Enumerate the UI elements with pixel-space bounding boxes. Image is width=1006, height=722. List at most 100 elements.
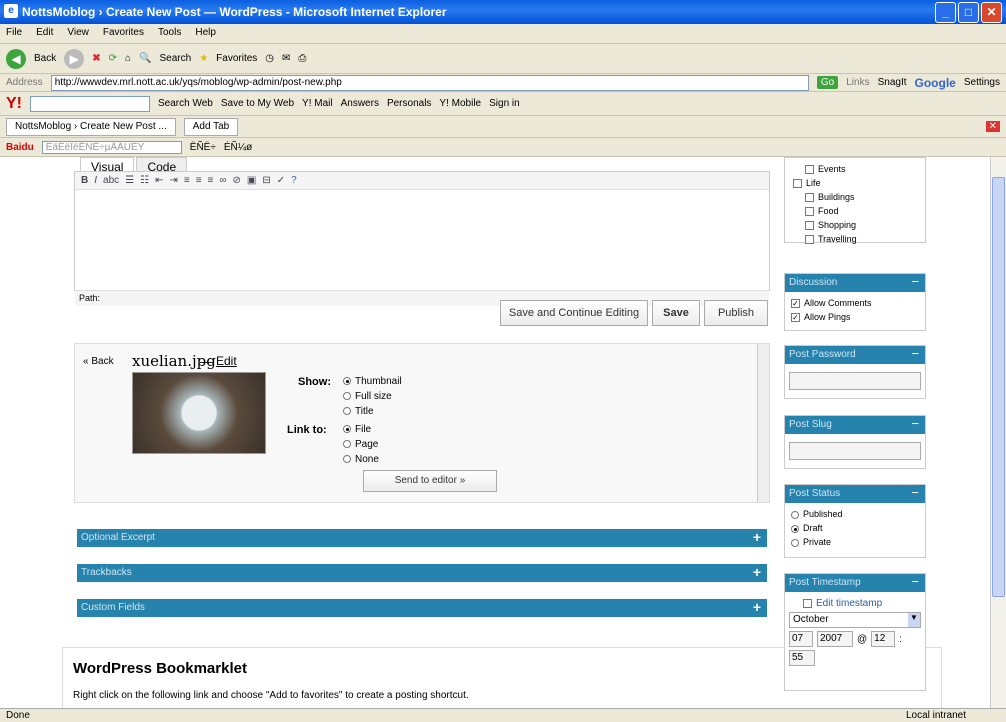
category-checkbox[interactable] <box>805 207 814 217</box>
favorites-label[interactable]: Favorites <box>216 53 257 64</box>
timestamp-header[interactable]: Post Timestamp − <box>785 574 925 592</box>
allow-pings[interactable]: Allow Pings <box>791 310 919 324</box>
image-icon[interactable]: ▣ <box>247 175 256 186</box>
category-item[interactable]: Life <box>793 176 917 190</box>
minimize-button[interactable]: _ <box>935 2 956 23</box>
trackbacks-panel[interactable]: Trackbacks + <box>77 564 767 582</box>
category-checkbox[interactable] <box>805 221 814 231</box>
category-item[interactable]: Travelling <box>793 232 917 246</box>
publish-button[interactable]: Publish <box>704 300 768 326</box>
bold-icon[interactable]: B <box>81 175 88 186</box>
outdent-icon[interactable]: ⇤ <box>155 175 163 186</box>
unlink-icon[interactable]: ⊘ <box>233 175 241 186</box>
scroll-thumb[interactable] <box>992 177 1005 597</box>
category-item[interactable]: Food <box>793 204 917 218</box>
yahoo-search-input[interactable] <box>30 95 150 112</box>
close-tab-icon[interactable]: ✕ <box>985 121 1000 132</box>
month-select[interactable]: October ▼ <box>789 612 921 628</box>
radio-page[interactable] <box>343 440 351 449</box>
links-label[interactable]: Links <box>846 77 869 88</box>
more-icon[interactable]: ⊟ <box>262 175 270 186</box>
expand-icon[interactable]: + <box>753 599 761 615</box>
yahoo-mail-button[interactable]: Y! Mail <box>302 98 333 109</box>
google-label[interactable]: Google <box>915 76 956 90</box>
edit-timestamp[interactable]: Edit timestamp <box>789 598 921 609</box>
status-draft[interactable]: Draft <box>791 521 919 535</box>
yahoo-mobile-button[interactable]: Y! Mobile <box>439 98 481 109</box>
forward-icon[interactable]: ▶ <box>64 48 85 69</box>
mail-icon[interactable]: ✉ <box>282 53 290 64</box>
radio-fullsize[interactable] <box>343 392 351 401</box>
expand-icon[interactable]: + <box>753 564 761 580</box>
category-checkbox[interactable] <box>805 165 814 175</box>
back-label[interactable]: Back <box>34 53 56 64</box>
allow-comments[interactable]: Allow Comments <box>791 296 919 310</box>
category-checkbox[interactable] <box>793 179 802 189</box>
category-item[interactable]: Buildings <box>793 190 917 204</box>
yahoo-logo[interactable]: Y! <box>6 95 22 113</box>
home-icon[interactable]: ⌂ <box>125 53 131 64</box>
collapse-icon[interactable]: − <box>911 485 919 500</box>
refresh-icon[interactable]: ⟳ <box>109 53 117 64</box>
align-right-icon[interactable]: ≡ <box>208 175 214 186</box>
number-list-icon[interactable]: ☷ <box>140 175 149 186</box>
collapse-icon[interactable]: − <box>911 346 919 361</box>
show-thumbnail[interactable]: Thumbnail <box>343 374 402 389</box>
category-checkbox[interactable] <box>805 193 814 203</box>
snagit-button[interactable]: SnagIt <box>878 77 907 88</box>
italic-icon[interactable]: I <box>94 175 97 186</box>
radio-draft[interactable] <box>791 524 799 533</box>
baidu-logo[interactable]: Baidu <box>6 142 34 153</box>
collapse-icon[interactable]: − <box>911 274 919 289</box>
allow-comments-checkbox[interactable] <box>791 299 800 309</box>
status-private[interactable]: Private <box>791 535 919 549</box>
slug-header[interactable]: Post Slug − <box>785 416 925 434</box>
discussion-header[interactable]: Discussion − <box>785 274 925 292</box>
show-title[interactable]: Title <box>343 404 402 419</box>
search-label[interactable]: Search <box>160 53 192 64</box>
maximize-button[interactable]: □ <box>958 2 979 23</box>
category-item[interactable]: Shopping <box>793 218 917 232</box>
yahoo-personals-button[interactable]: Personals <box>387 98 431 109</box>
menu-view[interactable]: View <box>67 27 89 40</box>
show-fullsize[interactable]: Full size <box>343 389 402 404</box>
slug-input[interactable] <box>789 442 921 460</box>
favorites-icon[interactable]: ★ <box>199 53 208 64</box>
yahoo-save-button[interactable]: Save to My Web <box>221 98 294 109</box>
menu-edit[interactable]: Edit <box>36 27 53 40</box>
stop-icon[interactable]: ✖ <box>92 53 100 64</box>
baidu-search-button[interactable]: ËÑË÷ <box>190 142 216 153</box>
link-icon[interactable]: ∞ <box>219 175 226 186</box>
indent-icon[interactable]: ⇥ <box>169 175 177 186</box>
allow-pings-checkbox[interactable] <box>791 313 800 323</box>
address-input[interactable]: http://wwwdev.mrl.nott.ac.uk/yqs/moblog/… <box>50 74 809 91</box>
media-thumbnail[interactable] <box>132 372 266 454</box>
add-tab-button[interactable]: Add Tab <box>183 117 239 136</box>
custom-fields-panel[interactable]: Custom Fields + <box>77 599 767 617</box>
media-back-link[interactable]: « Back <box>83 356 114 367</box>
menu-favorites[interactable]: Favorites <box>103 27 144 40</box>
year-input[interactable]: 2007 <box>817 631 853 647</box>
collapse-icon[interactable]: − <box>911 574 919 589</box>
align-left-icon[interactable]: ≡ <box>184 175 190 186</box>
minute-input[interactable]: 55 <box>789 650 815 666</box>
tab-current[interactable]: NottsMoblog › Create New Post ... <box>6 117 176 136</box>
status-header[interactable]: Post Status − <box>785 485 925 503</box>
media-scrollbar[interactable] <box>757 344 769 502</box>
help-icon[interactable]: ? <box>291 175 297 186</box>
history-icon[interactable]: ◷ <box>265 53 274 64</box>
close-button[interactable]: ✕ <box>981 2 1002 23</box>
align-center-icon[interactable]: ≡ <box>196 175 202 186</box>
editor-body[interactable] <box>75 190 769 290</box>
bullet-list-icon[interactable]: ☰ <box>125 175 134 186</box>
save-button[interactable]: Save <box>652 300 700 326</box>
baidu-input[interactable]: ÊäÈëÏëËÑË÷µÄÄÚÈÝ <box>41 140 182 154</box>
radio-private[interactable] <box>791 538 799 547</box>
go-button[interactable]: Go <box>816 76 839 89</box>
search-icon[interactable]: 🔍 <box>139 53 151 64</box>
spellcheck-icon[interactable]: ✓ <box>277 175 285 186</box>
category-item[interactable]: Events <box>793 162 917 176</box>
password-header[interactable]: Post Password − <box>785 346 925 364</box>
menu-file[interactable]: File <box>6 27 22 40</box>
print-icon[interactable]: ⎙ <box>298 53 306 64</box>
